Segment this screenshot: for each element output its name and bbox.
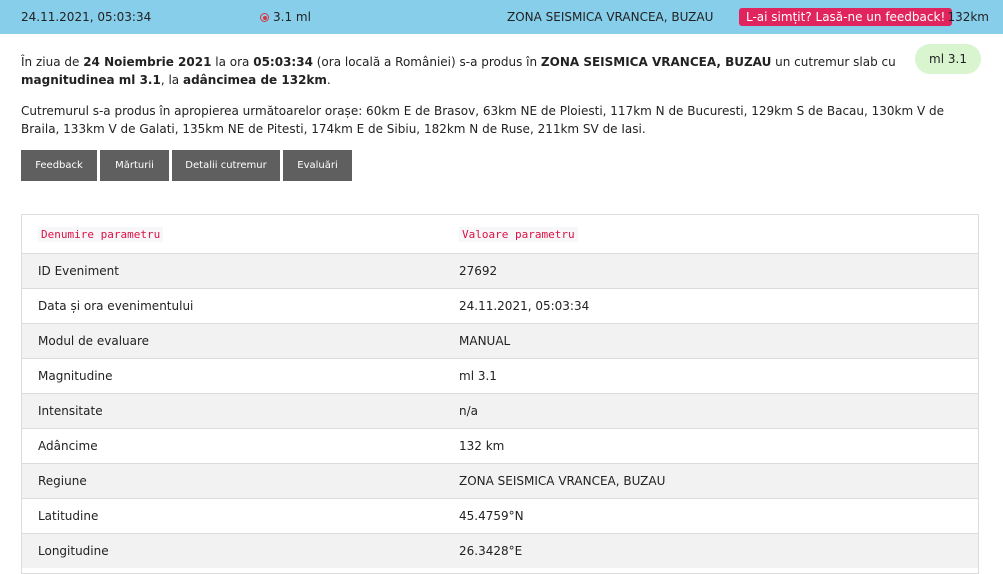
param-value: 45.4759°N — [459, 509, 524, 523]
param-name: Modul de evaluare — [38, 334, 150, 348]
magnitude-text: 3.1 ml — [273, 10, 311, 24]
feedback-button[interactable]: Feedback — [21, 150, 97, 181]
target-icon — [260, 13, 269, 22]
summary-text: la ora — [211, 55, 254, 69]
param-name: Adâncime — [38, 439, 98, 453]
summary-text: , la — [160, 73, 183, 87]
summary-magnitude: magnitudinea ml 3.1 — [21, 73, 161, 87]
magnitude-badge: ml 3.1 — [915, 44, 981, 74]
param-value: 24.11.2021, 05:03:34 — [459, 299, 590, 313]
header-name: Denumire parametru — [38, 227, 164, 242]
event-depth: 132km — [947, 10, 989, 24]
param-name: Magnitudine — [38, 369, 113, 383]
summary-depth: adâncimea de 132km — [182, 73, 327, 87]
table-row: Latitudine 45.4759°N — [22, 498, 978, 533]
event-summary: În ziua de 24 Noiembrie 2021 la ora 05:0… — [21, 53, 911, 89]
summary-text: un cutremur slab cu — [771, 55, 896, 69]
marturii-button[interactable]: Mărturii — [100, 150, 169, 181]
top-bar: 24.11.2021, 05:03:34 3.1 ml ZONA SEISMIC… — [0, 0, 1003, 34]
nearby-cities: Cutremurul s-a produs în apropierea urmă… — [21, 104, 945, 136]
event-datetime: 24.11.2021, 05:03:34 — [21, 10, 152, 24]
feedback-link[interactable]: L-ai simțit? Lasă-ne un feedback! — [739, 8, 953, 26]
table-row: Modul de evaluare MANUAL — [22, 323, 978, 358]
summary-date: 24 Noiembrie 2021 — [83, 55, 212, 69]
param-value: ZONA SEISMICA VRANCEA, BUZAU — [459, 474, 666, 488]
param-value: ml 3.1 — [459, 369, 497, 383]
summary-text: . — [326, 73, 331, 87]
parameters-table: Denumire parametru Valoare parametru ID … — [21, 214, 979, 574]
table-row: Data și ora evenimentului 24.11.2021, 05:… — [22, 288, 978, 323]
param-value: 27692 — [459, 264, 498, 278]
event-magnitude: 3.1 ml — [260, 0, 311, 34]
param-value: n/a — [459, 404, 479, 418]
param-name: Intensitate — [38, 404, 103, 418]
param-name: ID Eveniment — [38, 264, 119, 278]
table-row: Longitudine 26.3428°E — [22, 533, 978, 568]
summary-region: ZONA SEISMICA VRANCEA, BUZAU — [540, 55, 772, 69]
param-value: 26.3428°E — [459, 544, 523, 558]
table-row: ID Eveniment 27692 — [22, 253, 978, 288]
table-row: Regiune ZONA SEISMICA VRANCEA, BUZAU — [22, 463, 978, 498]
param-name: Regiune — [38, 474, 87, 488]
param-value: MANUAL — [459, 334, 511, 348]
param-name: Data și ora evenimentului — [38, 299, 194, 313]
summary-time: 05:03:34 — [253, 55, 313, 69]
param-name: Latitudine — [38, 509, 99, 523]
table-row: Magnitudine ml 3.1 — [22, 358, 978, 393]
table-header: Denumire parametru Valoare parametru — [22, 215, 978, 253]
evaluations-button[interactable]: Evaluări — [283, 150, 352, 181]
summary-text: (ora locală a României) s-a produs în — [312, 55, 541, 69]
table-row: Intensitate n/a — [22, 393, 978, 428]
event-region: ZONA SEISMICA VRANCEA, BUZAU — [507, 10, 714, 24]
header-value: Valoare parametru — [459, 227, 578, 242]
param-value: 132 km — [459, 439, 505, 453]
details-button[interactable]: Detalii cutremur — [172, 150, 280, 181]
summary-text: În ziua de — [21, 55, 84, 69]
param-name: Longitudine — [38, 544, 109, 558]
table-row: Adâncime 132 km — [22, 428, 978, 463]
